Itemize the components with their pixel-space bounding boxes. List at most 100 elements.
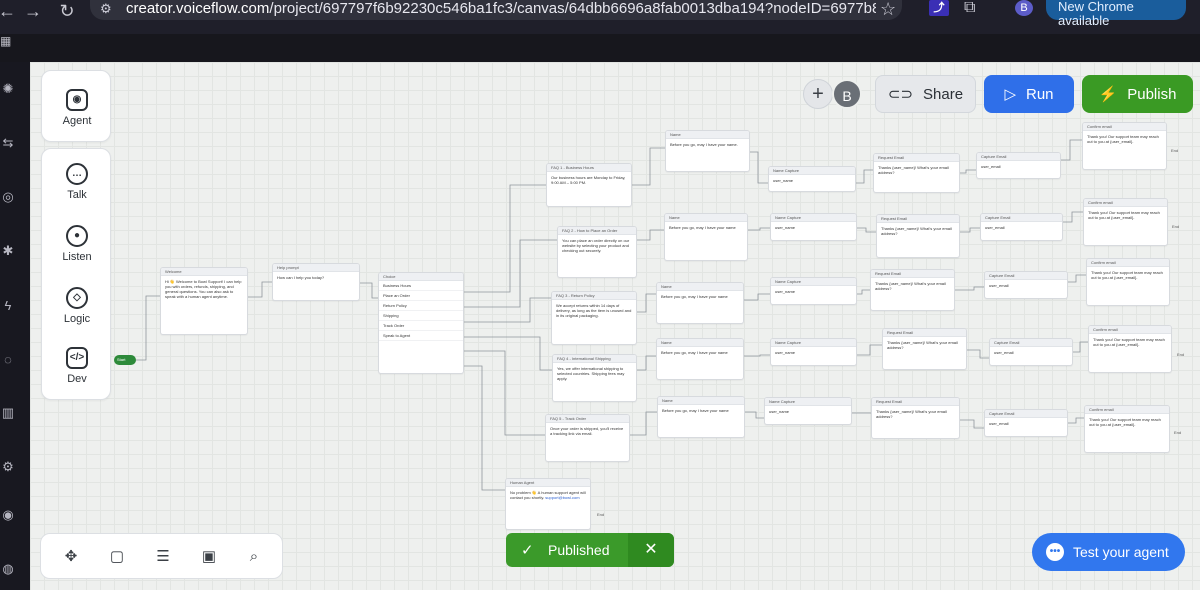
confirm-email-node[interactable]: Confirm email Thank you! Our support tea… bbox=[1082, 122, 1167, 170]
choice-item[interactable]: Track Order bbox=[379, 321, 463, 331]
user-icon[interactable]: ◍ bbox=[0, 560, 16, 578]
site-settings-icon[interactable]: ⚙ bbox=[100, 1, 112, 17]
choice-item[interactable]: Shipping bbox=[379, 311, 463, 321]
logo-icon[interactable]: ✺ bbox=[0, 80, 16, 98]
settings-icon[interactable]: ⚙ bbox=[0, 458, 16, 476]
image-icon[interactable]: ▣ bbox=[199, 547, 219, 567]
back-icon[interactable]: ← bbox=[0, 0, 16, 22]
name-node[interactable]: Name Before you go, may I have your name bbox=[656, 282, 744, 324]
request-email-node[interactable]: Request Email Thanks {user_name}! What's… bbox=[873, 153, 960, 193]
choice-item[interactable]: Speak to Agent bbox=[379, 331, 463, 341]
node-title: Name Capture bbox=[765, 398, 851, 406]
search-icon[interactable]: ⌕ bbox=[244, 547, 264, 567]
node-title: Name bbox=[658, 397, 744, 405]
actions-icon[interactable]: ϟ bbox=[0, 296, 16, 314]
address-bar[interactable]: ⚙ creator.voiceflow.com/project/697797f6… bbox=[90, 0, 902, 20]
confirm-email-node[interactable]: Confirm email Thank you! Our support tea… bbox=[1088, 325, 1172, 373]
conversations-icon[interactable]: ◌ bbox=[0, 350, 16, 368]
choice-item[interactable]: Business Hours bbox=[379, 281, 463, 291]
name-capture-node[interactable]: Name Capture user_name bbox=[764, 397, 852, 425]
flow-start-node[interactable]: Start bbox=[114, 355, 136, 365]
publish-label: Publish bbox=[1127, 85, 1177, 103]
name-node[interactable]: Name Before you go, may I have your name bbox=[664, 213, 748, 261]
faq-node[interactable]: FAQ 4 - International Shipping Yes, we o… bbox=[552, 354, 637, 402]
apps-icon[interactable]: ▦ bbox=[0, 34, 11, 48]
capture-email-node[interactable]: Capture Email user_email bbox=[976, 152, 1061, 179]
agent-card[interactable]: ◉ Agent bbox=[41, 70, 111, 142]
extension-icon[interactable]: ⤴ bbox=[929, 0, 949, 16]
knowledge-icon[interactable]: ◎ bbox=[0, 188, 16, 206]
node-title: Capture Email bbox=[981, 214, 1062, 222]
choice-item[interactable]: Place an Order bbox=[379, 291, 463, 301]
name-node[interactable]: Name Before you go, may I have your name bbox=[656, 338, 744, 380]
browser-profile-avatar[interactable]: B bbox=[1015, 0, 1033, 16]
confirm-email-node[interactable]: Confirm email Thank you! Our support tea… bbox=[1084, 405, 1170, 453]
name-capture-node[interactable]: Name Capture user_name bbox=[770, 338, 857, 366]
request-email-node[interactable]: Request Email Thanks {user_name}! What's… bbox=[882, 328, 967, 370]
capture-email-node[interactable]: Capture Email user_email bbox=[984, 271, 1068, 299]
capture-email-node[interactable]: Capture Email user_email bbox=[984, 409, 1068, 437]
help-icon[interactable]: ◉ bbox=[0, 506, 16, 524]
capture-email-node[interactable]: Capture Email user_email bbox=[980, 213, 1063, 241]
node-title: Capture Email bbox=[985, 410, 1067, 418]
welcome-node[interactable]: Welcome Hi 👋 Welcome to Bowl Support! I … bbox=[160, 267, 248, 335]
choice-node[interactable]: Choice Business Hours Place an Order Ret… bbox=[378, 272, 464, 374]
faq-node[interactable]: FAQ 5 - Track Order Once your order is s… bbox=[545, 414, 630, 462]
logic-diamond-icon: ◇ bbox=[66, 287, 88, 309]
node-text: Before you go, may I have your name bbox=[661, 294, 728, 299]
name-capture-node[interactable]: Name Capture user_name bbox=[770, 277, 857, 305]
listen-item[interactable]: ● Listen bbox=[42, 225, 112, 263]
integrations-icon[interactable]: ✱ bbox=[0, 242, 16, 260]
node-title: Choice bbox=[379, 273, 463, 281]
test-agent-button[interactable]: ••• Test your agent bbox=[1032, 533, 1185, 571]
node-text: Thank you! Our support team may reach ou… bbox=[1093, 337, 1165, 347]
capture-variable: user_name bbox=[775, 225, 796, 230]
capture-email-node[interactable]: Capture Email user_email bbox=[989, 338, 1073, 366]
move-icon[interactable]: ✥ bbox=[61, 547, 81, 567]
publish-button[interactable]: ⚡ Publish bbox=[1082, 75, 1193, 113]
confirm-email-node[interactable]: Confirm email Thank you! Our support tea… bbox=[1083, 198, 1168, 246]
logic-label: Logic bbox=[63, 313, 91, 325]
logic-item[interactable]: ◇ Logic bbox=[42, 287, 112, 325]
step-panel: ◉ Agent … Talk ● Listen ◇ Logic </> Dev bbox=[41, 70, 111, 400]
help-prompt-node[interactable]: Help prompt How can I help you today? bbox=[272, 263, 360, 301]
faq-node[interactable]: FAQ 1 - Business Hours Our business hour… bbox=[546, 163, 632, 207]
node-title: Name bbox=[666, 131, 749, 139]
name-node[interactable]: Name Before you go, may I have your name… bbox=[665, 130, 750, 172]
analytics-icon[interactable]: ▥ bbox=[0, 404, 16, 422]
confirm-email-node[interactable]: Confirm email Thank you! Our support tea… bbox=[1086, 258, 1170, 306]
request-email-node[interactable]: Request Email Thanks {user_name}! What's… bbox=[871, 397, 960, 439]
sticky-note-icon[interactable]: ▢ bbox=[107, 547, 127, 567]
chrome-update-button[interactable]: New Chrome available bbox=[1046, 0, 1186, 28]
forward-icon[interactable]: → bbox=[24, 0, 42, 22]
node-title: Help prompt bbox=[273, 264, 359, 272]
faq-node[interactable]: FAQ 2 - How to Place an Order You can pl… bbox=[557, 226, 637, 278]
request-email-node[interactable]: Request Email Thanks {user_name}! What's… bbox=[870, 269, 955, 311]
bookmark-star-icon[interactable]: ☆ bbox=[880, 0, 896, 20]
node-title: Name Capture bbox=[771, 339, 856, 347]
published-toast: ✓ Published ✕ bbox=[506, 533, 674, 567]
name-node[interactable]: Name Before you go, may I have your name bbox=[657, 396, 745, 438]
share-button[interactable]: ⊂⊃ Share bbox=[875, 75, 976, 113]
choice-item[interactable]: Return Policy bbox=[379, 301, 463, 311]
reload-icon[interactable]: ↻ bbox=[58, 0, 76, 22]
workflows-icon[interactable]: ⇆ bbox=[0, 134, 16, 152]
test-agent-label: Test your agent bbox=[1073, 544, 1169, 560]
extensions-puzzle-icon[interactable]: ⧉ bbox=[964, 0, 975, 17]
end-marker: End bbox=[1172, 224, 1180, 229]
close-icon[interactable]: ✕ bbox=[628, 533, 674, 567]
talk-item[interactable]: … Talk bbox=[42, 163, 112, 201]
avatar[interactable]: B bbox=[832, 79, 862, 109]
node-link[interactable]: support@bowl.com bbox=[545, 495, 579, 500]
dev-item[interactable]: </> Dev bbox=[42, 347, 112, 385]
run-button[interactable]: ▷ Run bbox=[984, 75, 1074, 113]
name-capture-node[interactable]: Name Capture user_name bbox=[768, 166, 856, 192]
name-capture-node[interactable]: Name Capture user_name bbox=[770, 213, 857, 241]
agent-item[interactable]: ◉ Agent bbox=[42, 89, 112, 127]
request-email-node[interactable]: Request Email Thanks {user_name}! What's… bbox=[876, 214, 960, 258]
faq-node[interactable]: FAQ 3 - Return Policy We accept returns … bbox=[551, 291, 637, 345]
human-agent-node[interactable]: Human Agent No problem 👋 A human support… bbox=[505, 478, 591, 530]
comment-icon[interactable]: ☰ bbox=[153, 547, 173, 567]
node-title: FAQ 2 - How to Place an Order bbox=[558, 227, 636, 235]
add-collaborator-button[interactable]: + bbox=[803, 79, 833, 109]
